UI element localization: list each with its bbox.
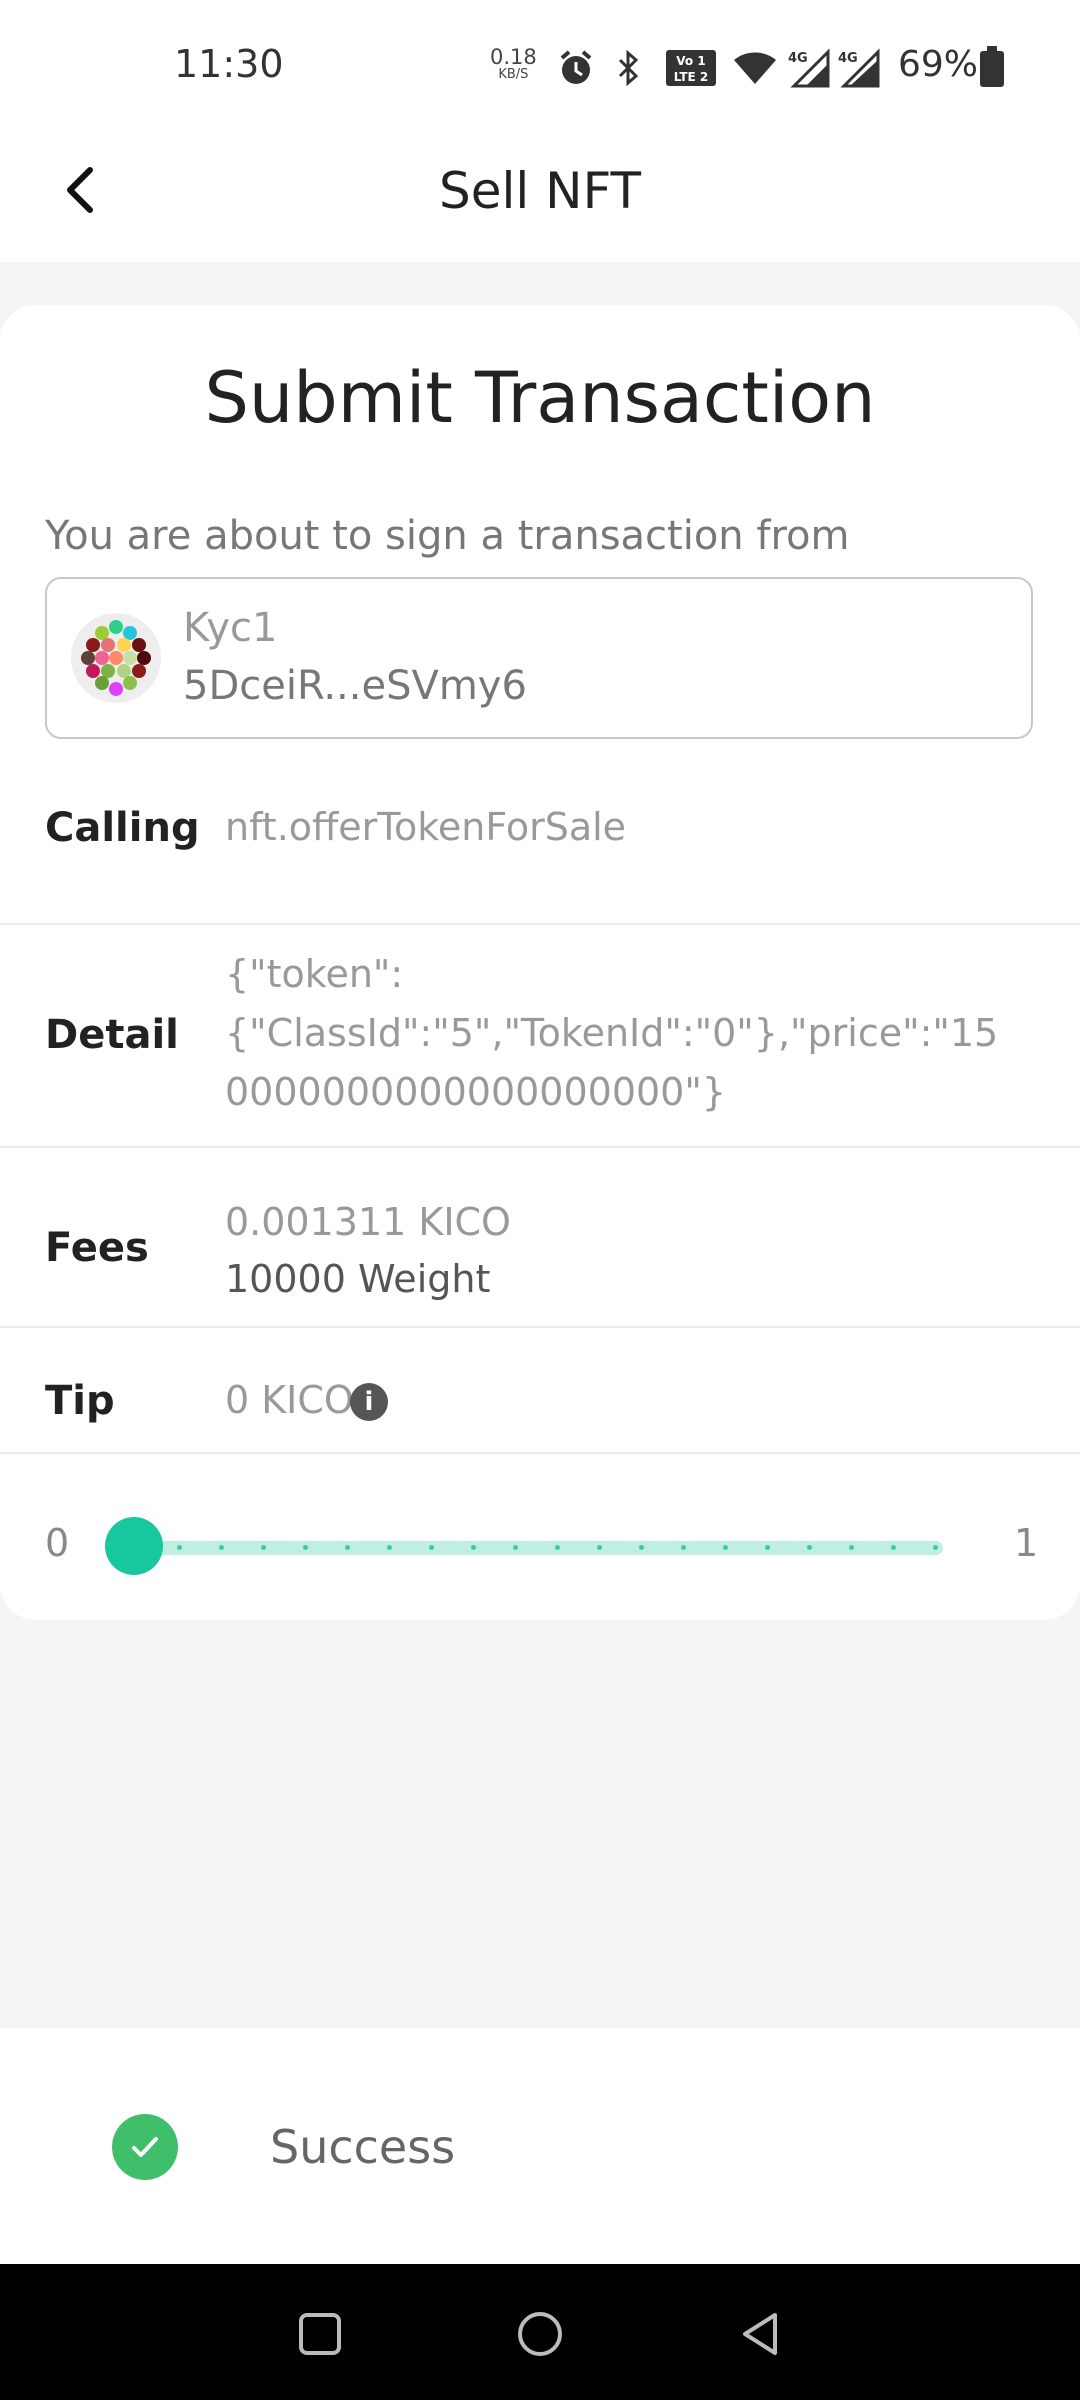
intro-text: You are about to sign a transaction from bbox=[45, 513, 850, 559]
tip-slider-tick bbox=[303, 1545, 308, 1550]
tip-slider-tick bbox=[639, 1545, 644, 1550]
card-title: Submit Transaction bbox=[204, 357, 876, 439]
account-avatar-icon bbox=[71, 613, 161, 703]
tip-slider-min: 0 bbox=[45, 1521, 70, 1565]
check-circle-icon bbox=[112, 2114, 178, 2180]
recents-button[interactable] bbox=[290, 2304, 350, 2364]
calling-label: Calling bbox=[45, 805, 200, 851]
tip-slider-tick bbox=[849, 1545, 854, 1550]
svg-text:LTE 2: LTE 2 bbox=[674, 70, 709, 84]
account-address: 5DceiR...eSVmy6 bbox=[183, 663, 527, 709]
svg-text:4G: 4G bbox=[838, 51, 858, 66]
bluetooth-icon bbox=[614, 48, 644, 92]
detail-value: {"token": {"ClassId":"5","TokenId":"0"},… bbox=[225, 952, 999, 1114]
tip-slider-tick bbox=[471, 1545, 476, 1550]
tip-slider-tick bbox=[345, 1545, 350, 1550]
recents-icon bbox=[299, 2313, 341, 2355]
fees-amount: 0.001311 KICO bbox=[225, 1200, 511, 1244]
alarm-icon bbox=[556, 48, 596, 92]
home-button[interactable] bbox=[510, 2304, 570, 2364]
tip-slider-tick bbox=[933, 1545, 938, 1550]
calling-value: nft.offerTokenForSale bbox=[225, 805, 627, 849]
account-name: Kyc1 bbox=[183, 605, 278, 651]
tip-slider-tick bbox=[219, 1545, 224, 1550]
account-selector[interactable]: Kyc1 5DceiR...eSVmy6 bbox=[45, 577, 1033, 739]
tip-slider-tick bbox=[261, 1545, 266, 1550]
tip-slider-tick bbox=[807, 1545, 812, 1550]
net-speed: 0.18 KB/S bbox=[490, 46, 537, 82]
tip-slider-tick bbox=[597, 1545, 602, 1550]
page-title: Sell NFT bbox=[438, 162, 641, 220]
transaction-card: Submit Transaction You are about to sign… bbox=[0, 305, 1080, 1620]
tip-slider-tick bbox=[429, 1545, 434, 1550]
tip-slider-track[interactable] bbox=[135, 1541, 943, 1555]
app-header: Sell NFT bbox=[0, 130, 1080, 262]
tip-slider-tick bbox=[765, 1545, 770, 1550]
net-speed-unit: KB/S bbox=[498, 67, 529, 82]
battery-icon bbox=[978, 46, 1006, 92]
divider bbox=[0, 1452, 1080, 1454]
back-triangle-icon bbox=[743, 2313, 777, 2355]
tip-slider-tick bbox=[723, 1545, 728, 1550]
tip-slider-tick bbox=[555, 1545, 560, 1550]
navigation-bar bbox=[0, 2264, 1080, 2400]
detail-label: Detail bbox=[45, 1012, 179, 1058]
status-bar: 11:30 0.18 KB/S Vo 1 LTE 2 4G 4G 69% bbox=[0, 0, 1080, 130]
status-time: 11:30 bbox=[174, 42, 284, 86]
tip-slider-tick bbox=[891, 1545, 896, 1550]
tip-value: 0 KICO bbox=[225, 1378, 354, 1422]
tip-slider-tick bbox=[387, 1545, 392, 1550]
tip-slider-tick bbox=[177, 1545, 182, 1550]
wifi-icon bbox=[732, 48, 778, 92]
back-nav-button[interactable] bbox=[730, 2304, 790, 2364]
fees-label: Fees bbox=[45, 1225, 149, 1271]
success-message: Success bbox=[270, 2120, 456, 2174]
svg-text:4G: 4G bbox=[788, 51, 808, 66]
divider bbox=[0, 1146, 1080, 1148]
divider bbox=[0, 923, 1080, 925]
net-speed-value: 0.18 bbox=[490, 45, 537, 69]
tip-slider-tick bbox=[513, 1545, 518, 1550]
volte-icon: Vo 1 LTE 2 bbox=[666, 50, 716, 90]
fees-weight: 10000 Weight bbox=[225, 1257, 491, 1301]
signal-4g-icon-1: 4G bbox=[786, 48, 830, 92]
home-icon bbox=[518, 2312, 562, 2356]
svg-text:Vo 1: Vo 1 bbox=[676, 54, 705, 68]
signal-4g-icon-2: 4G bbox=[836, 48, 880, 92]
tip-slider-tick bbox=[681, 1545, 686, 1550]
success-toast: Success bbox=[0, 2028, 1080, 2264]
divider bbox=[0, 1326, 1080, 1328]
tip-label: Tip bbox=[45, 1378, 115, 1424]
info-icon[interactable]: i bbox=[350, 1383, 388, 1421]
battery-percent: 69% bbox=[898, 44, 979, 85]
tip-slider-max: 1 bbox=[1014, 1521, 1039, 1565]
tip-slider-thumb[interactable] bbox=[105, 1517, 163, 1575]
